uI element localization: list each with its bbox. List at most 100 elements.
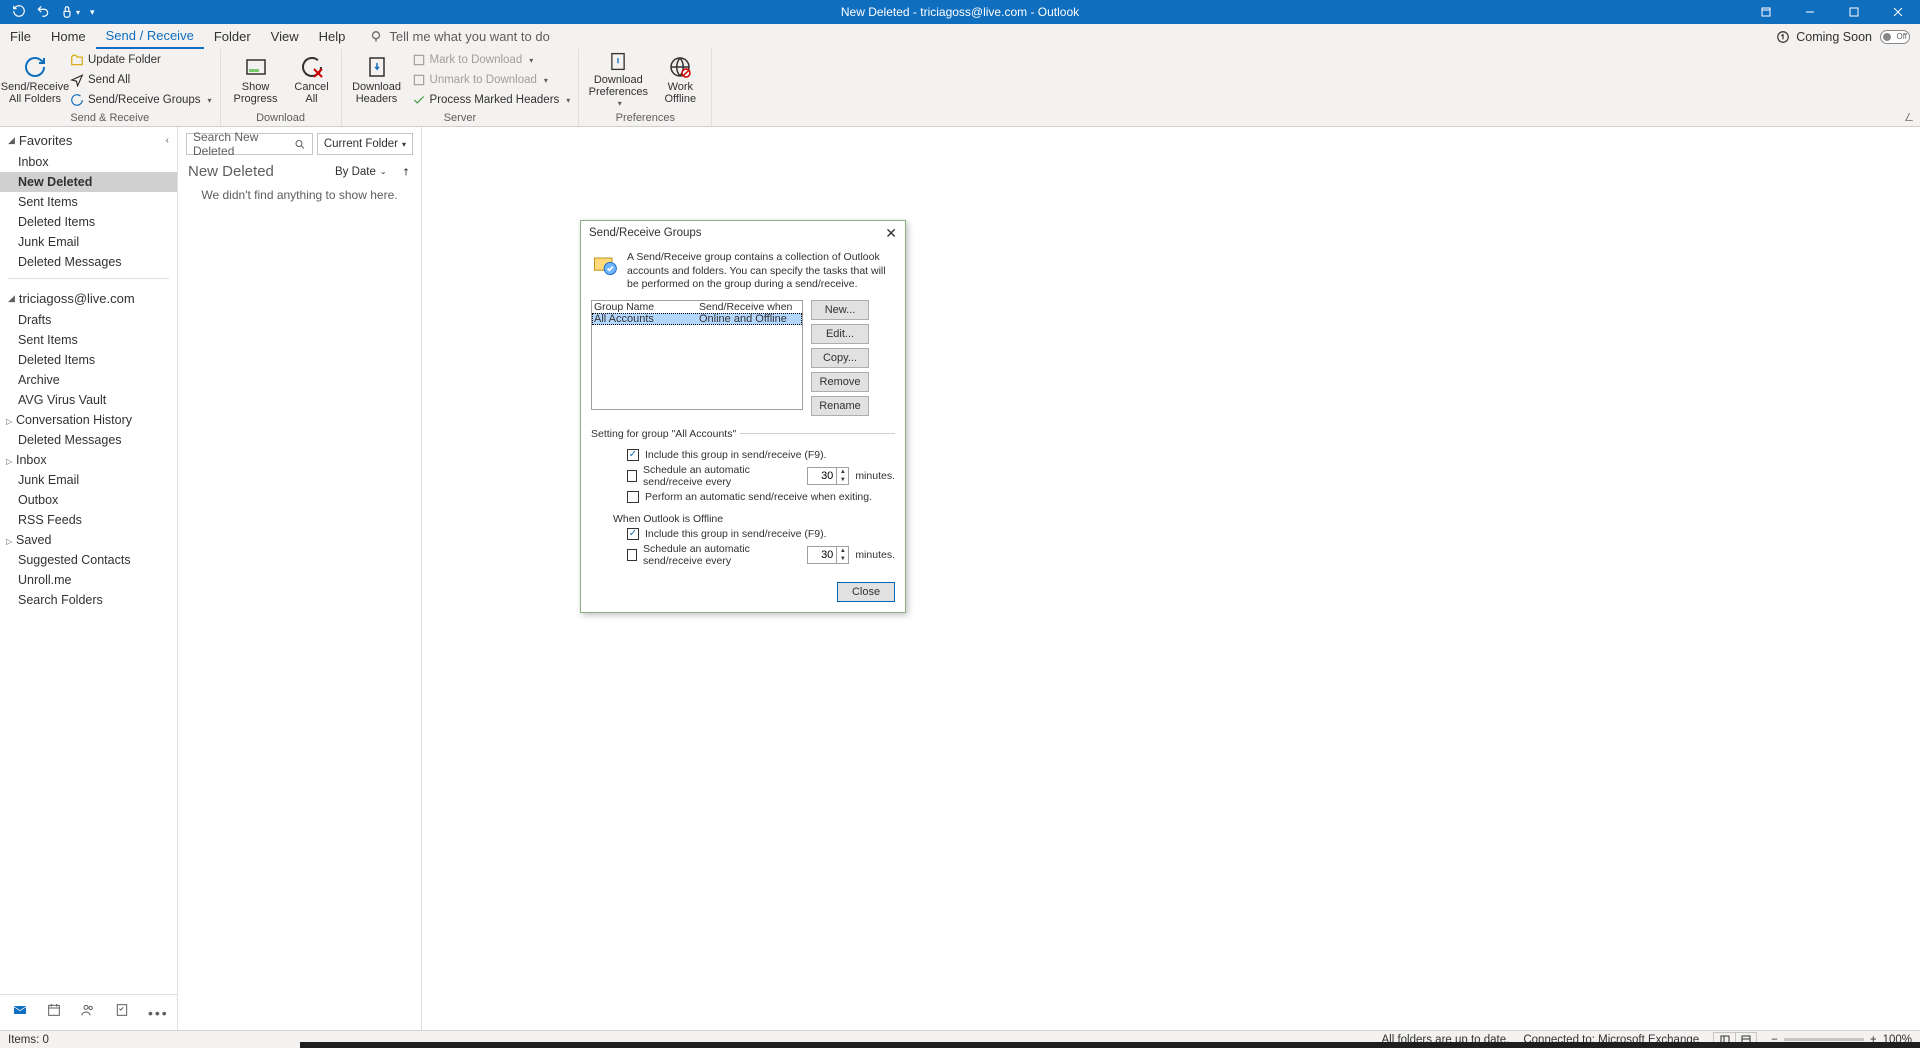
unmark-to-download-button: Unmark to Download bbox=[410, 71, 573, 89]
sidebar-item-deleted-messages-2[interactable]: Deleted Messages bbox=[0, 430, 177, 450]
dialog-close-button[interactable]: ✕ bbox=[885, 225, 897, 242]
minimize-button[interactable] bbox=[1788, 0, 1832, 24]
ribbon-group-send-receive: Send/Receive All Folders Update Folder S… bbox=[0, 49, 221, 126]
sidebar-item-search-folders[interactable]: Search Folders bbox=[0, 590, 177, 610]
ribbon-group-label: Preferences bbox=[616, 109, 675, 126]
work-offline-button[interactable]: Work Offline bbox=[655, 51, 705, 109]
sort-dropdown[interactable]: By Date⌄ bbox=[335, 166, 411, 178]
close-button[interactable] bbox=[1876, 0, 1920, 24]
sidebar-item-unroll[interactable]: Unroll.me bbox=[0, 570, 177, 590]
search-icon bbox=[294, 138, 306, 151]
dialog-title: Send/Receive Groups bbox=[589, 227, 702, 239]
sidebar-item-deleted-items[interactable]: Deleted Items bbox=[0, 212, 177, 232]
process-marked-headers-button[interactable]: Process Marked Headers bbox=[410, 91, 573, 109]
collapse-ribbon-icon[interactable]: ㄥ bbox=[1904, 109, 1914, 124]
edit-group-button[interactable]: Edit... bbox=[811, 324, 869, 344]
more-nav-icon[interactable]: ••• bbox=[148, 1005, 169, 1021]
rename-group-button[interactable]: Rename bbox=[811, 396, 869, 416]
search-scope-dropdown[interactable]: Current Folder▾ bbox=[317, 133, 413, 155]
ribbon: Send/Receive All Folders Update Folder S… bbox=[0, 49, 1920, 127]
sidebar-item-avg[interactable]: AVG Virus Vault bbox=[0, 390, 177, 410]
calendar-icon[interactable] bbox=[46, 1002, 62, 1023]
touch-mode-icon[interactable]: ▾ bbox=[60, 5, 80, 19]
ribbon-group-label: Send & Receive bbox=[70, 109, 149, 126]
include-group-checkbox[interactable]: ✓ bbox=[627, 449, 639, 461]
ribbon-group-label: Server bbox=[444, 109, 476, 126]
sidebar-item-deleted-messages[interactable]: Deleted Messages bbox=[0, 252, 177, 272]
close-button-dialog[interactable]: Close bbox=[837, 582, 895, 602]
maximize-button[interactable] bbox=[1832, 0, 1876, 24]
sidebar-item-deleted-items-2[interactable]: Deleted Items bbox=[0, 350, 177, 370]
sidebar-item-inbox-2[interactable]: ▷Inbox bbox=[0, 450, 177, 470]
auto-on-exit-checkbox[interactable] bbox=[627, 491, 639, 503]
tell-me-label: Tell me what you want to do bbox=[389, 29, 549, 44]
sidebar-item-junk-email-2[interactable]: Junk Email bbox=[0, 470, 177, 490]
groups-listbox[interactable]: Group NameSend/Receive when All Accounts… bbox=[591, 300, 803, 410]
schedule-auto-offline-checkbox[interactable] bbox=[627, 549, 637, 561]
ribbon-display-icon[interactable] bbox=[1744, 0, 1788, 24]
update-folder-button[interactable]: Update Folder bbox=[68, 51, 214, 69]
sidebar-item-junk-email[interactable]: Junk Email bbox=[0, 232, 177, 252]
sidebar-item-saved[interactable]: ▷Saved bbox=[0, 530, 177, 550]
offline-header: When Outlook is Offline bbox=[613, 513, 895, 525]
sidebar-item-sent-items[interactable]: Sent Items bbox=[0, 192, 177, 212]
tab-send-receive[interactable]: Send / Receive bbox=[96, 24, 204, 49]
sidebar-item-outbox[interactable]: Outbox bbox=[0, 490, 177, 510]
mail-icon[interactable] bbox=[12, 1002, 28, 1023]
search-input[interactable]: Search New Deleted bbox=[186, 133, 313, 155]
message-list-pane: Search New Deleted Current Folder▾ New D… bbox=[178, 127, 422, 1030]
download-preferences-button[interactable]: Download Preferences bbox=[585, 51, 651, 109]
nav-switcher: ••• bbox=[0, 994, 177, 1030]
sidebar-item-conversation-history[interactable]: ▷Conversation History bbox=[0, 410, 177, 430]
show-progress-button[interactable]: Show Progress bbox=[227, 51, 285, 109]
tab-folder[interactable]: Folder bbox=[204, 24, 261, 49]
group-row-all-accounts[interactable]: All AccountsOnline and Offline bbox=[592, 313, 802, 325]
qat-customize-icon[interactable]: ▾ bbox=[90, 7, 95, 18]
interval-spinner[interactable]: ▲▼ bbox=[807, 467, 849, 485]
account-header[interactable]: ◢triciagoss@live.com bbox=[0, 285, 177, 310]
sidebar-item-new-deleted[interactable]: New Deleted bbox=[0, 172, 177, 192]
tab-file[interactable]: File bbox=[0, 24, 41, 49]
send-receive-all-button[interactable]: Send/Receive All Folders bbox=[6, 51, 64, 109]
sort-direction-icon[interactable] bbox=[401, 167, 411, 177]
tasks-icon[interactable] bbox=[114, 1002, 130, 1023]
folder-title: New Deleted bbox=[188, 163, 335, 180]
empty-message: We didn't find anything to show here. bbox=[178, 182, 421, 208]
main-area: ◢Favorites‹ Inbox New Deleted Sent Items… bbox=[0, 127, 1920, 1030]
tab-home[interactable]: Home bbox=[41, 24, 96, 49]
sidebar-item-archive[interactable]: Archive bbox=[0, 370, 177, 390]
people-icon[interactable] bbox=[80, 1002, 96, 1023]
copy-group-button[interactable]: Copy... bbox=[811, 348, 869, 368]
coming-soon[interactable]: Coming Soon bbox=[1776, 30, 1872, 44]
ribbon-group-server: Download Headers Mark to Download Unmark… bbox=[342, 49, 580, 126]
dialog-intro: A Send/Receive group contains a collecti… bbox=[627, 251, 895, 292]
download-headers-button[interactable]: Download Headers bbox=[348, 51, 406, 109]
folder-pane: ◢Favorites‹ Inbox New Deleted Sent Items… bbox=[0, 127, 178, 1030]
sidebar-item-rss[interactable]: RSS Feeds bbox=[0, 510, 177, 530]
sidebar-item-suggested[interactable]: Suggested Contacts bbox=[0, 550, 177, 570]
new-group-button[interactable]: New... bbox=[811, 300, 869, 320]
refresh-icon[interactable] bbox=[12, 4, 26, 21]
interval-spinner-offline[interactable]: ▲▼ bbox=[807, 546, 849, 564]
status-items: Items: 0 bbox=[8, 1034, 49, 1046]
remove-group-button[interactable]: Remove bbox=[811, 372, 869, 392]
cancel-all-button[interactable]: Cancel All bbox=[289, 51, 335, 109]
tab-help[interactable]: Help bbox=[309, 24, 356, 49]
ribbon-group-preferences: Download Preferences Work Offline Prefer… bbox=[579, 49, 712, 126]
tab-view[interactable]: View bbox=[261, 24, 309, 49]
ribbon-group-label: Download bbox=[256, 109, 305, 126]
coming-soon-toggle[interactable]: Off bbox=[1880, 30, 1910, 44]
tell-me-search[interactable]: Tell me what you want to do bbox=[369, 29, 549, 44]
send-all-button[interactable]: Send All bbox=[68, 71, 214, 89]
send-receive-groups-button[interactable]: Send/Receive Groups bbox=[68, 91, 214, 109]
favorites-header[interactable]: ◢Favorites‹ bbox=[0, 127, 177, 152]
mark-to-download-button: Mark to Download bbox=[410, 51, 573, 69]
ribbon-group-download: Show Progress Cancel All Download bbox=[221, 49, 342, 126]
schedule-auto-checkbox[interactable] bbox=[627, 470, 637, 482]
sidebar-item-drafts[interactable]: Drafts bbox=[0, 310, 177, 330]
include-group-offline-checkbox[interactable]: ✓ bbox=[627, 528, 639, 540]
sidebar-item-sent-items-2[interactable]: Sent Items bbox=[0, 330, 177, 350]
undo-icon[interactable] bbox=[36, 4, 50, 21]
sidebar-item-inbox[interactable]: Inbox bbox=[0, 152, 177, 172]
dialog-icon bbox=[591, 251, 619, 279]
